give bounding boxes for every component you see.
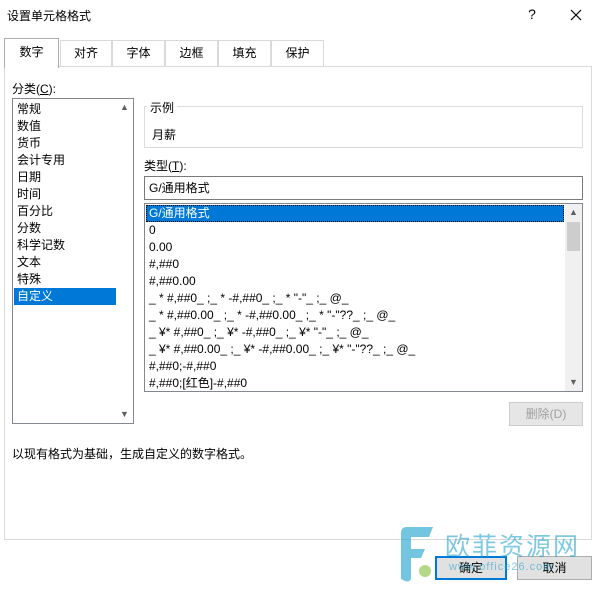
format-item[interactable]: #,##0: [146, 256, 564, 273]
close-icon: [570, 9, 582, 21]
ok-button[interactable]: 确定: [435, 556, 507, 580]
category-item[interactable]: 特殊: [14, 271, 117, 288]
type-input[interactable]: G/通用格式: [144, 176, 583, 200]
scroll-down-icon[interactable]: ▼: [116, 406, 133, 423]
category-item[interactable]: 文本: [14, 254, 117, 271]
category-item[interactable]: 数值: [14, 118, 117, 135]
tab-alignment[interactable]: 对齐: [60, 40, 112, 67]
format-item[interactable]: _ ¥* #,##0.00_ ;_ ¥* -#,##0.00_ ;_ ¥* "-…: [146, 341, 564, 358]
sample-group: [144, 106, 583, 148]
category-item[interactable]: 科学记数: [14, 237, 117, 254]
sample-value: 月薪: [152, 128, 177, 142]
scroll-up-icon[interactable]: ▲: [565, 204, 582, 221]
format-item-selected[interactable]: G/通用格式: [146, 205, 564, 222]
format-item[interactable]: 0: [146, 222, 564, 239]
tab-border[interactable]: 边框: [165, 40, 218, 67]
tab-protection[interactable]: 保护: [271, 40, 324, 67]
category-item[interactable]: 百分比: [14, 203, 117, 220]
format-item[interactable]: _ ¥* #,##0_ ;_ ¥* -#,##0_ ;_ ¥* "-"_ ;_ …: [146, 324, 564, 341]
format-item[interactable]: #,##0.00: [146, 273, 564, 290]
format-scrollbar[interactable]: ▲ ▼: [565, 204, 582, 391]
category-item[interactable]: 常规: [14, 101, 117, 118]
scroll-up-icon[interactable]: ▲: [116, 99, 133, 116]
title-bar: 设置单元格格式 ?: [0, 0, 596, 30]
category-item[interactable]: 日期: [14, 169, 117, 186]
category-item-selected[interactable]: 自定义: [14, 288, 117, 305]
category-item[interactable]: 货币: [14, 135, 117, 152]
description-text: 以现有格式为基础，生成自定义的数字格式。: [12, 447, 253, 461]
format-item[interactable]: #,##0;[红色]-#,##0: [146, 375, 564, 391]
category-list[interactable]: 常规 数值 货币 会计专用 日期 时间 百分比 分数 科学记数 文本 特殊 自定…: [12, 98, 134, 424]
scrollbar-thumb[interactable]: [567, 222, 580, 251]
category-item[interactable]: 会计专用: [14, 152, 117, 169]
category-item[interactable]: 时间: [14, 186, 117, 203]
scroll-down-icon[interactable]: ▼: [565, 374, 582, 391]
help-icon: ?: [528, 6, 536, 22]
tab-number[interactable]: 数字: [4, 38, 59, 68]
format-item[interactable]: _ * #,##0_ ;_ * -#,##0_ ;_ * "-"_ ;_ @_: [146, 290, 564, 307]
dialog-title: 设置单元格格式: [7, 9, 92, 23]
type-label: 类型(T):: [144, 159, 187, 173]
format-item[interactable]: #,##0;-#,##0: [146, 358, 564, 375]
help-button[interactable]: ?: [516, 0, 548, 30]
tab-fill[interactable]: 填充: [218, 40, 271, 67]
sample-legend: 示例: [147, 99, 178, 116]
delete-button[interactable]: 删除(D): [509, 402, 583, 426]
tab-font[interactable]: 字体: [112, 40, 165, 67]
category-label: 分类(C):: [12, 82, 57, 96]
format-item[interactable]: _ * #,##0.00_ ;_ * -#,##0.00_ ;_ * "-"??…: [146, 307, 564, 324]
category-item[interactable]: 分数: [14, 220, 117, 237]
category-scrollbar[interactable]: ▲ ▼: [116, 99, 133, 423]
close-button[interactable]: [558, 0, 594, 30]
format-item[interactable]: 0.00: [146, 239, 564, 256]
cancel-button[interactable]: 取消: [517, 556, 592, 580]
format-list[interactable]: G/通用格式 0 0.00 #,##0 #,##0.00 _ * #,##0_ …: [144, 203, 583, 392]
